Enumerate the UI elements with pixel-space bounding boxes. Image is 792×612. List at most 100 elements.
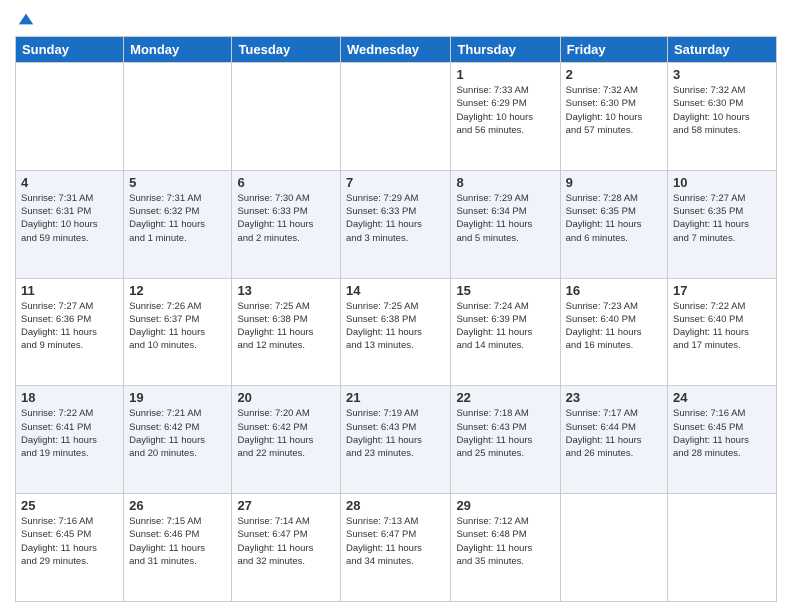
day-number: 5 bbox=[129, 175, 226, 190]
day-info: Sunrise: 7:22 AM Sunset: 6:40 PM Dayligh… bbox=[673, 300, 771, 353]
day-number: 8 bbox=[456, 175, 554, 190]
day-info: Sunrise: 7:16 AM Sunset: 6:45 PM Dayligh… bbox=[673, 407, 771, 460]
day-cell: 10 Sunrise: 7:27 AM Sunset: 6:35 PM Dayli… bbox=[668, 170, 777, 278]
day-number: 14 bbox=[346, 283, 445, 298]
day-info: Sunrise: 7:28 AM Sunset: 6:35 PM Dayligh… bbox=[566, 192, 662, 245]
day-cell: 17 Sunrise: 7:22 AM Sunset: 6:40 PM Dayli… bbox=[668, 278, 777, 386]
weekday-monday: Monday bbox=[124, 37, 232, 63]
day-info: Sunrise: 7:25 AM Sunset: 6:38 PM Dayligh… bbox=[346, 300, 445, 353]
day-number: 16 bbox=[566, 283, 662, 298]
day-info: Sunrise: 7:22 AM Sunset: 6:41 PM Dayligh… bbox=[21, 407, 118, 460]
day-cell: 13Sunrise: 7:25 AM Sunset: 6:38 PM Dayli… bbox=[232, 278, 341, 386]
day-info: Sunrise: 7:27 AM Sunset: 6:36 PM Dayligh… bbox=[21, 300, 118, 353]
day-info: Sunrise: 7:23 AM Sunset: 6:40 PM Dayligh… bbox=[566, 300, 662, 353]
day-number: 19 bbox=[129, 390, 226, 405]
day-number: 9 bbox=[566, 175, 662, 190]
day-info: Sunrise: 7:26 AM Sunset: 6:37 PM Dayligh… bbox=[129, 300, 226, 353]
calendar: SundayMondayTuesdayWednesdayThursdayFrid… bbox=[15, 36, 777, 602]
day-info: Sunrise: 7:24 AM Sunset: 6:39 PM Dayligh… bbox=[456, 300, 554, 353]
day-number: 27 bbox=[237, 498, 335, 513]
day-cell: 14 Sunrise: 7:25 AM Sunset: 6:38 PM Dayli… bbox=[341, 278, 451, 386]
day-info: Sunrise: 7:16 AM Sunset: 6:45 PM Dayligh… bbox=[21, 515, 118, 568]
day-info: Sunrise: 7:17 AM Sunset: 6:44 PM Dayligh… bbox=[566, 407, 662, 460]
day-cell: 23 Sunrise: 7:17 AM Sunset: 6:44 PM Dayli… bbox=[560, 386, 667, 494]
day-info: Sunrise: 7:21 AM Sunset: 6:42 PM Dayligh… bbox=[129, 407, 226, 460]
day-info: Sunrise: 7:13 AM Sunset: 6:47 PM Dayligh… bbox=[346, 515, 445, 568]
logo bbox=[15, 10, 35, 28]
day-info: Sunrise: 7:20 AM Sunset: 6:42 PM Dayligh… bbox=[237, 407, 335, 460]
weekday-tuesday: Tuesday bbox=[232, 37, 341, 63]
page: SundayMondayTuesdayWednesdayThursdayFrid… bbox=[0, 0, 792, 612]
day-cell: 20 Sunrise: 7:20 AM Sunset: 6:42 PM Dayli… bbox=[232, 386, 341, 494]
logo-icon bbox=[17, 10, 35, 28]
day-cell: 24 Sunrise: 7:16 AM Sunset: 6:45 PM Dayli… bbox=[668, 386, 777, 494]
day-cell: 4 Sunrise: 7:31 AM Sunset: 6:31 PM Daylig… bbox=[16, 170, 124, 278]
day-number: 4 bbox=[21, 175, 118, 190]
day-info: Sunrise: 7:27 AM Sunset: 6:35 PM Dayligh… bbox=[673, 192, 771, 245]
day-info: Sunrise: 7:31 AM Sunset: 6:32 PM Dayligh… bbox=[129, 192, 226, 245]
logo-text bbox=[15, 10, 35, 28]
day-info: Sunrise: 7:15 AM Sunset: 6:46 PM Dayligh… bbox=[129, 515, 226, 568]
day-info: Sunrise: 7:14 AM Sunset: 6:47 PM Dayligh… bbox=[237, 515, 335, 568]
day-cell: 16 Sunrise: 7:23 AM Sunset: 6:40 PM Dayli… bbox=[560, 278, 667, 386]
day-cell bbox=[668, 494, 777, 602]
day-number: 15 bbox=[456, 283, 554, 298]
day-cell: 9 Sunrise: 7:28 AM Sunset: 6:35 PM Daylig… bbox=[560, 170, 667, 278]
day-cell: 19 Sunrise: 7:21 AM Sunset: 6:42 PM Dayli… bbox=[124, 386, 232, 494]
day-number: 10 bbox=[673, 175, 771, 190]
day-cell: 22 Sunrise: 7:18 AM Sunset: 6:43 PM Dayli… bbox=[451, 386, 560, 494]
day-info: Sunrise: 7:32 AM Sunset: 6:30 PM Dayligh… bbox=[673, 84, 771, 137]
weekday-thursday: Thursday bbox=[451, 37, 560, 63]
weekday-saturday: Saturday bbox=[668, 37, 777, 63]
week-row-4: 18 Sunrise: 7:22 AM Sunset: 6:41 PM Dayli… bbox=[16, 386, 777, 494]
day-info: Sunrise: 7:25 AM Sunset: 6:38 PM Dayligh… bbox=[237, 300, 335, 353]
day-cell: 27 Sunrise: 7:14 AM Sunset: 6:47 PM Dayli… bbox=[232, 494, 341, 602]
day-number: 7 bbox=[346, 175, 445, 190]
week-row-5: 25 Sunrise: 7:16 AM Sunset: 6:45 PM Dayli… bbox=[16, 494, 777, 602]
day-info: Sunrise: 7:29 AM Sunset: 6:34 PM Dayligh… bbox=[456, 192, 554, 245]
day-info: Sunrise: 7:19 AM Sunset: 6:43 PM Dayligh… bbox=[346, 407, 445, 460]
day-cell: 8 Sunrise: 7:29 AM Sunset: 6:34 PM Daylig… bbox=[451, 170, 560, 278]
day-number: 25 bbox=[21, 498, 118, 513]
day-number: 22 bbox=[456, 390, 554, 405]
day-cell: 18 Sunrise: 7:22 AM Sunset: 6:41 PM Dayli… bbox=[16, 386, 124, 494]
day-cell bbox=[341, 63, 451, 171]
day-cell bbox=[232, 63, 341, 171]
day-info: Sunrise: 7:29 AM Sunset: 6:33 PM Dayligh… bbox=[346, 192, 445, 245]
day-number: 29 bbox=[456, 498, 554, 513]
day-number: 24 bbox=[673, 390, 771, 405]
day-number: 20 bbox=[237, 390, 335, 405]
weekday-friday: Friday bbox=[560, 37, 667, 63]
day-info: Sunrise: 7:18 AM Sunset: 6:43 PM Dayligh… bbox=[456, 407, 554, 460]
day-number: 11 bbox=[21, 283, 118, 298]
day-number: 28 bbox=[346, 498, 445, 513]
day-cell bbox=[560, 494, 667, 602]
day-cell: 29Sunrise: 7:12 AM Sunset: 6:48 PM Dayli… bbox=[451, 494, 560, 602]
day-cell: 1 Sunrise: 7:33 AM Sunset: 6:29 PM Daylig… bbox=[451, 63, 560, 171]
day-cell: 6Sunrise: 7:30 AM Sunset: 6:33 PM Daylig… bbox=[232, 170, 341, 278]
week-row-2: 4 Sunrise: 7:31 AM Sunset: 6:31 PM Daylig… bbox=[16, 170, 777, 278]
header bbox=[15, 10, 777, 28]
day-cell: 2Sunrise: 7:32 AM Sunset: 6:30 PM Daylig… bbox=[560, 63, 667, 171]
day-info: Sunrise: 7:32 AM Sunset: 6:30 PM Dayligh… bbox=[566, 84, 662, 137]
day-number: 6 bbox=[237, 175, 335, 190]
week-row-3: 11 Sunrise: 7:27 AM Sunset: 6:36 PM Dayli… bbox=[16, 278, 777, 386]
day-number: 26 bbox=[129, 498, 226, 513]
day-info: Sunrise: 7:33 AM Sunset: 6:29 PM Dayligh… bbox=[456, 84, 554, 137]
day-cell bbox=[16, 63, 124, 171]
day-cell: 7 Sunrise: 7:29 AM Sunset: 6:33 PM Daylig… bbox=[341, 170, 451, 278]
day-number: 23 bbox=[566, 390, 662, 405]
day-number: 12 bbox=[129, 283, 226, 298]
day-cell: 11 Sunrise: 7:27 AM Sunset: 6:36 PM Dayli… bbox=[16, 278, 124, 386]
weekday-sunday: Sunday bbox=[16, 37, 124, 63]
day-cell: 3 Sunrise: 7:32 AM Sunset: 6:30 PM Daylig… bbox=[668, 63, 777, 171]
day-number: 3 bbox=[673, 67, 771, 82]
day-cell: 5 Sunrise: 7:31 AM Sunset: 6:32 PM Daylig… bbox=[124, 170, 232, 278]
day-number: 1 bbox=[456, 67, 554, 82]
day-cell bbox=[124, 63, 232, 171]
day-number: 18 bbox=[21, 390, 118, 405]
day-number: 17 bbox=[673, 283, 771, 298]
day-cell: 21Sunrise: 7:19 AM Sunset: 6:43 PM Dayli… bbox=[341, 386, 451, 494]
day-cell: 26 Sunrise: 7:15 AM Sunset: 6:46 PM Dayli… bbox=[124, 494, 232, 602]
day-info: Sunrise: 7:31 AM Sunset: 6:31 PM Dayligh… bbox=[21, 192, 118, 245]
